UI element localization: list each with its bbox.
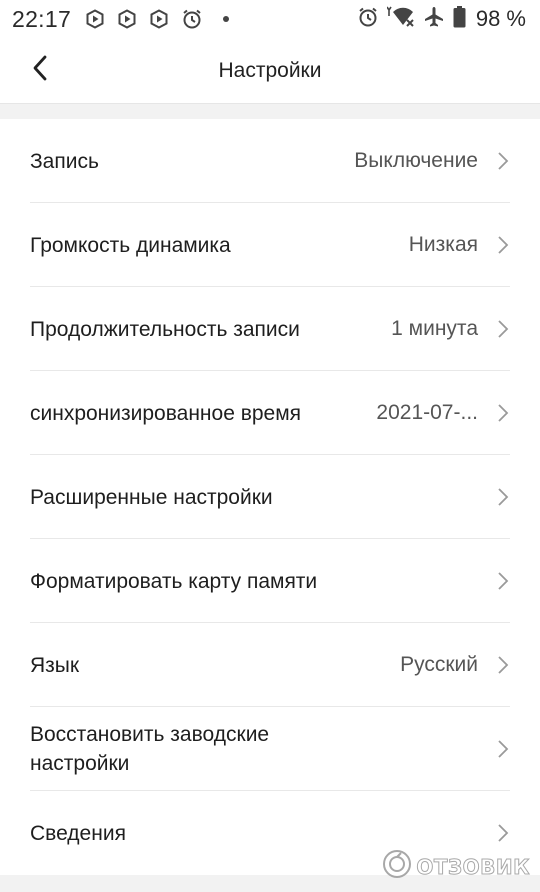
- row-label: Язык: [30, 653, 80, 677]
- chevron-right-icon: [496, 738, 510, 760]
- row-value: Выключение: [354, 149, 478, 172]
- settings-row-format-memory-card[interactable]: Форматировать карту памяти: [0, 539, 540, 623]
- settings-row-recording[interactable]: Запись Выключение: [0, 119, 540, 203]
- status-bar: 22:17 98 %: [0, 0, 540, 38]
- settings-row-recording-duration[interactable]: Продолжительность записи 1 минута: [0, 287, 540, 371]
- chevron-left-icon: [31, 54, 49, 87]
- row-value: Русский: [400, 653, 478, 676]
- settings-row-factory-reset[interactable]: Восстановить заводские настройки: [0, 707, 540, 791]
- chevron-right-icon: [496, 654, 510, 676]
- play-hexagon-icon: [149, 9, 169, 29]
- row-label: синхронизированное время: [30, 401, 302, 425]
- row-label: Расширенные настройки: [30, 485, 273, 509]
- alarm-icon: [181, 8, 203, 30]
- play-hexagon-icon: [117, 9, 137, 29]
- battery-percentage: 98 %: [475, 6, 526, 31]
- alarm-icon: [357, 6, 379, 33]
- row-value: 1 минута: [391, 317, 478, 340]
- row-label: Продолжительность записи: [30, 317, 300, 341]
- back-button[interactable]: [22, 52, 58, 88]
- watermark-text: ОТЗОВИК: [416, 854, 530, 879]
- settings-row-synced-time[interactable]: синхронизированное время 2021-07-...: [0, 371, 540, 455]
- page-title: Настройки: [218, 59, 322, 82]
- settings-row-speaker-volume[interactable]: Громкость динамика Низкая: [0, 203, 540, 287]
- dot-icon: [223, 16, 230, 22]
- wifi-data-icon: [386, 6, 415, 33]
- settings-list: Запись Выключение Громкость динамика Низ…: [0, 119, 540, 875]
- row-label: Запись: [30, 149, 99, 173]
- status-time: 22:17: [12, 5, 72, 32]
- chevron-right-icon: [496, 486, 510, 508]
- notification-icons: [85, 8, 230, 30]
- chevron-right-icon: [496, 150, 510, 172]
- chevron-right-icon: [496, 318, 510, 340]
- row-value: 2021-07-...: [376, 401, 478, 424]
- battery-icon: [453, 5, 466, 33]
- chevron-right-icon: [496, 570, 510, 592]
- system-icons: 98 %: [357, 5, 526, 33]
- chevron-right-icon: [496, 402, 510, 424]
- row-label: Восстановить заводские настройки: [30, 723, 270, 775]
- settings-row-advanced-settings[interactable]: Расширенные настройки: [0, 455, 540, 539]
- chevron-right-icon: [496, 822, 510, 844]
- watermark-logo-icon: [382, 849, 412, 884]
- watermark: ОТЗОВИК: [382, 849, 530, 884]
- row-label: Громкость динамика: [30, 233, 231, 257]
- row-label: Сведения: [30, 821, 126, 845]
- settings-row-language[interactable]: Язык Русский: [0, 623, 540, 707]
- row-value: Низкая: [408, 233, 478, 256]
- app-header: Настройки: [0, 38, 540, 104]
- airplane-icon: [423, 6, 445, 33]
- play-hexagon-icon: [85, 9, 105, 29]
- row-label: Форматировать карту памяти: [30, 569, 318, 593]
- chevron-right-icon: [496, 234, 510, 256]
